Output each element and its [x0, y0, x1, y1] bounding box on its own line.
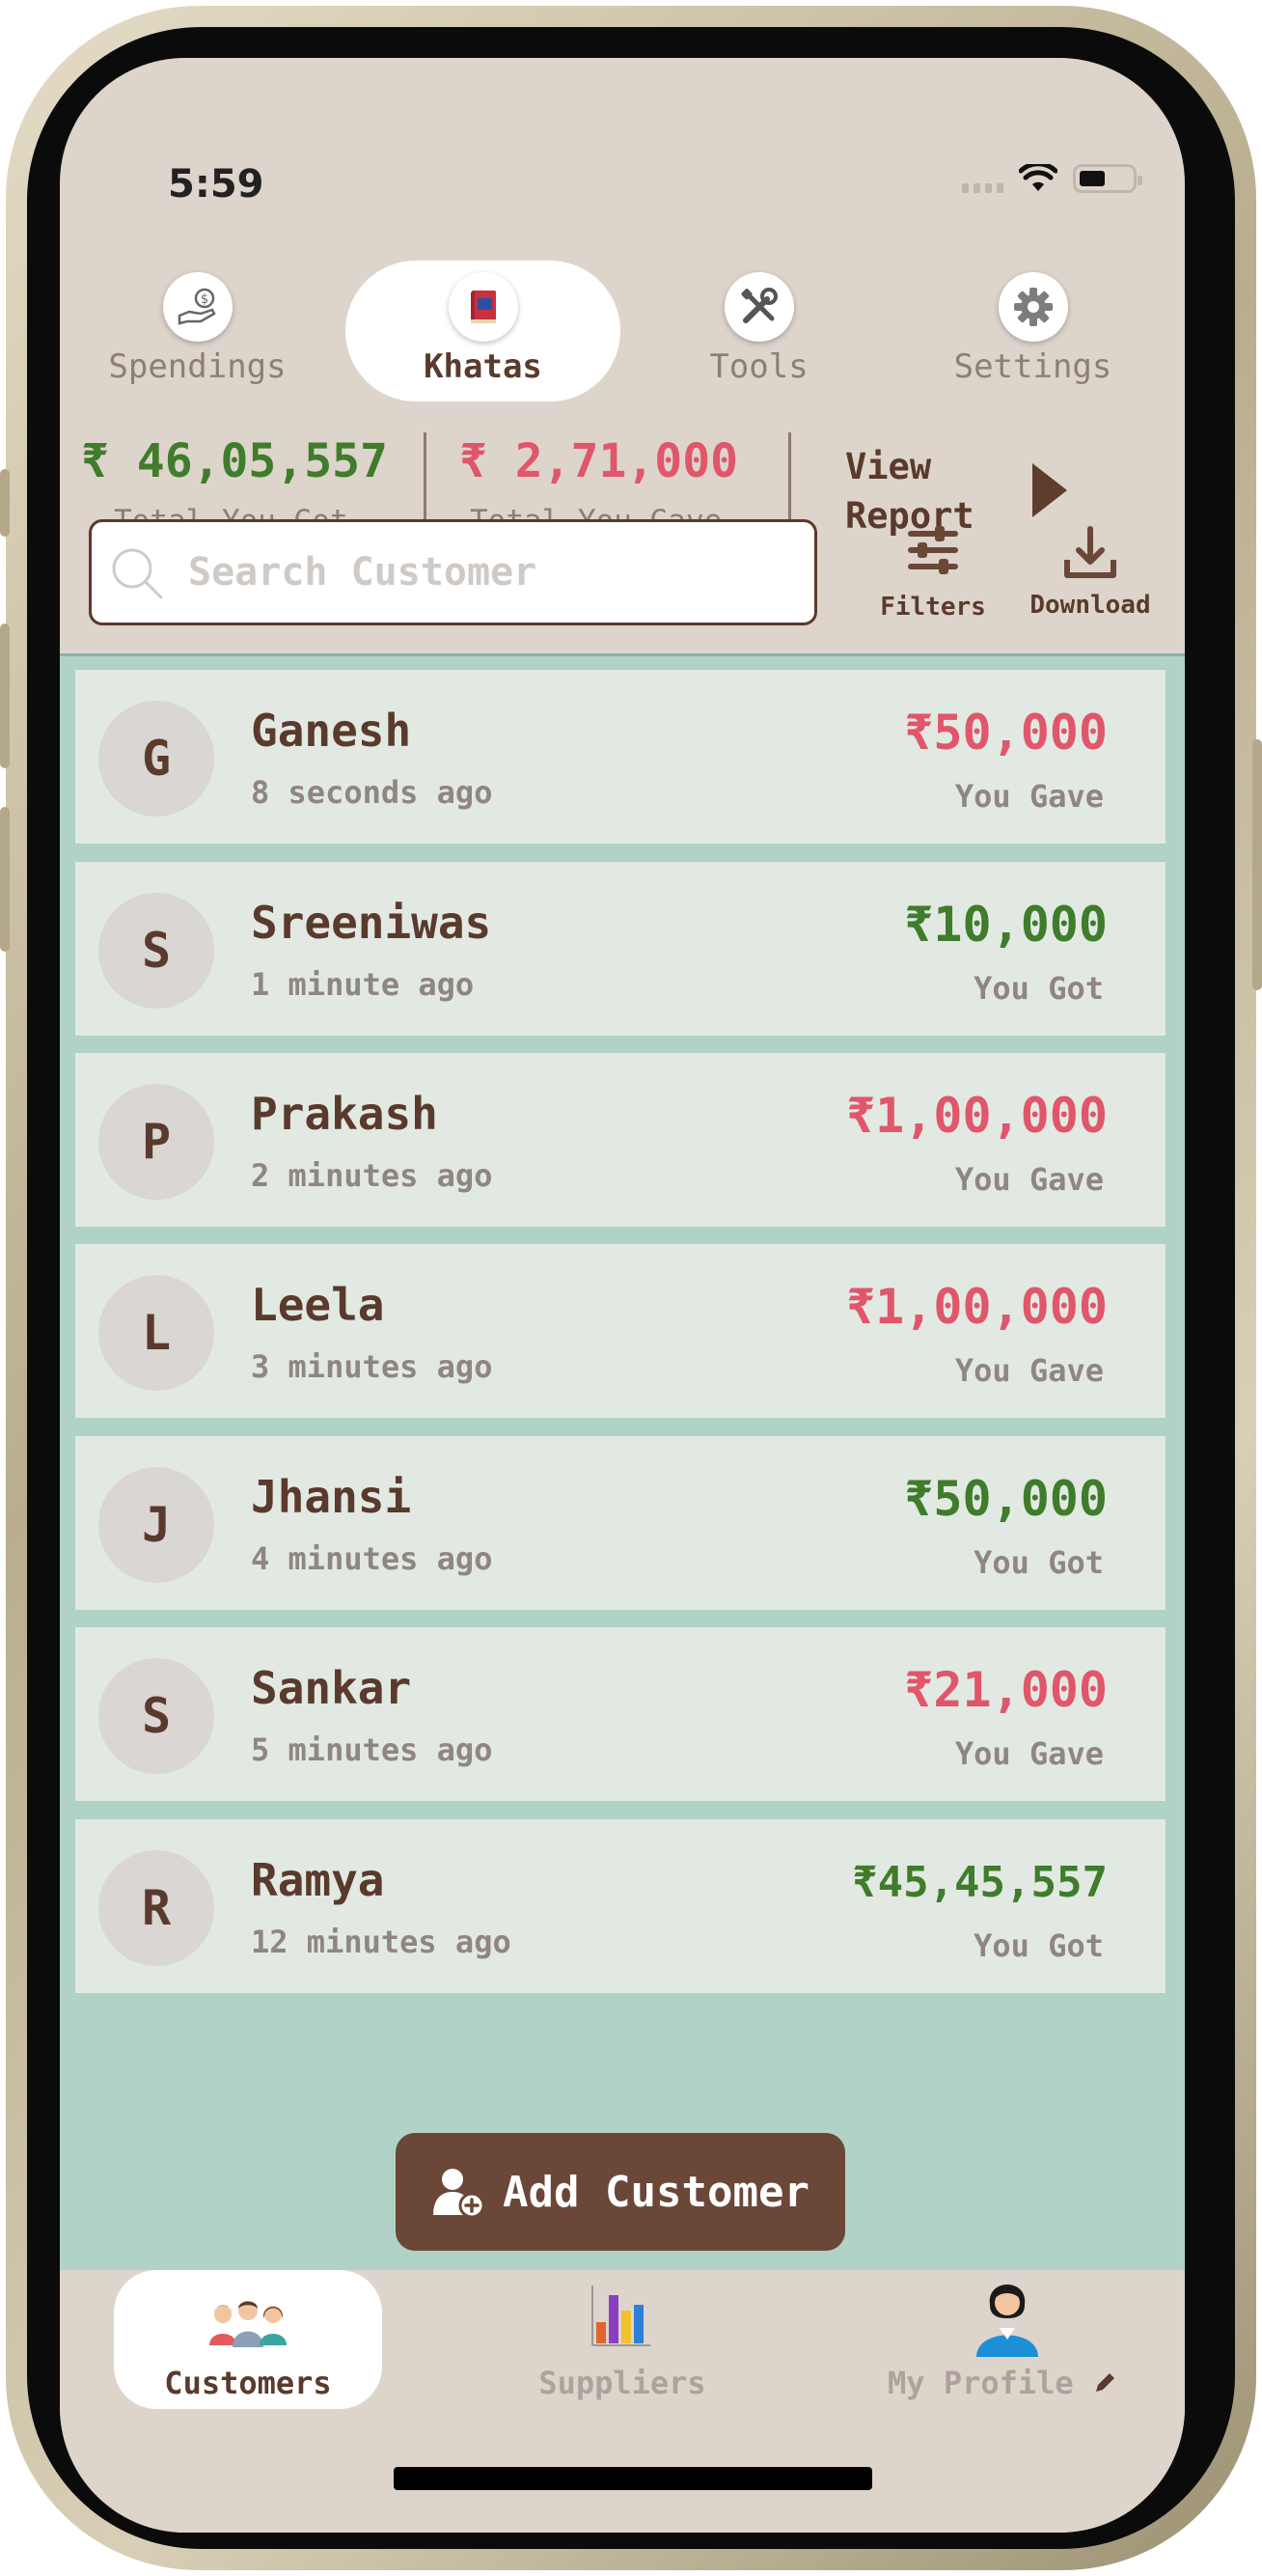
customer-name: Sreeniwas — [251, 897, 492, 949]
download-button[interactable]: Download — [1023, 525, 1158, 620]
tab-tools[interactable]: Tools — [621, 261, 896, 402]
nav-suppliers-label: Suppliers — [538, 2365, 706, 2401]
ledger-book-icon — [448, 272, 518, 342]
customer-amount: ₹50,000 — [904, 1471, 1108, 1527]
add-customer-button[interactable]: Add Customer — [396, 2133, 845, 2251]
customer-amount: ₹1,00,000 — [846, 1279, 1108, 1335]
avatar: G — [98, 701, 214, 817]
customer-direction: You Got — [974, 1544, 1104, 1581]
avatar: J — [98, 1467, 214, 1583]
nav-suppliers[interactable]: Suppliers — [488, 2270, 756, 2409]
profile-avatar-icon — [976, 2285, 1038, 2357]
tab-tools-label: Tools — [709, 347, 809, 386]
filters-button[interactable]: Filters — [870, 525, 996, 622]
tab-settings[interactable]: Settings — [895, 261, 1170, 402]
customer-amount: ₹21,000 — [904, 1662, 1108, 1718]
app-screen: 5:59 $ Spendings Khatas Tools Settings ₹… — [60, 58, 1185, 2533]
power-button — [1252, 739, 1262, 990]
customer-name: Ramya — [251, 1854, 385, 1906]
svg-text:$: $ — [200, 292, 207, 307]
customer-amount: ₹10,000 — [904, 897, 1108, 953]
avatar: P — [98, 1084, 214, 1200]
tab-spendings-label: Spendings — [108, 347, 287, 386]
download-label: Download — [1029, 591, 1151, 620]
nav-my-profile[interactable]: My Profile — [863, 2270, 1152, 2409]
list-item[interactable]: S Sankar 5 minutes ago ₹21,000 You Gave — [75, 1627, 1166, 1801]
add-customer-label: Add Customer — [503, 2167, 809, 2217]
list-item[interactable]: G Ganesh 8 seconds ago ₹50,000 You Gave — [75, 670, 1166, 844]
tab-spendings[interactable]: $ Spendings — [60, 261, 335, 402]
customer-direction: You Gave — [954, 1352, 1104, 1389]
add-user-icon — [433, 2169, 485, 2219]
status-time: 5:59 — [168, 162, 264, 207]
nav-my-profile-label: My Profile — [853, 2365, 1152, 2401]
customer-amount: ₹1,00,000 — [846, 1088, 1108, 1144]
filters-icon — [908, 526, 958, 574]
list-item[interactable]: J Jhansi 4 minutes ago ₹50,000 You Got — [75, 1436, 1166, 1610]
list-item[interactable]: L Leela 3 minutes ago ₹1,00,000 You Gave — [75, 1244, 1166, 1418]
play-arrow-icon[interactable] — [1032, 463, 1067, 517]
my-profile-label: My Profile — [888, 2365, 1074, 2401]
avatar: S — [98, 1658, 214, 1774]
customer-time: 2 minutes ago — [251, 1157, 493, 1194]
view-report-label: View — [845, 446, 932, 487]
tools-icon — [724, 272, 794, 342]
customers-group-icon — [209, 2301, 287, 2347]
customer-name: Sankar — [251, 1662, 412, 1714]
customer-list: G Ganesh 8 seconds ago ₹50,000 You Gave … — [60, 653, 1185, 2270]
avatar: S — [98, 893, 214, 1009]
customer-name: Prakash — [251, 1088, 438, 1140]
top-tab-bar: $ Spendings Khatas Tools Settings — [60, 203, 1185, 405]
mute-switch — [0, 469, 10, 537]
battery-icon — [1073, 164, 1142, 193]
customer-time: 5 minutes ago — [251, 1731, 493, 1768]
avatar: R — [98, 1850, 214, 1966]
customer-name: Leela — [251, 1279, 385, 1331]
money-hand-icon: $ — [162, 272, 233, 342]
customer-amount: ₹50,000 — [904, 705, 1108, 761]
customer-time: 8 seconds ago — [251, 774, 493, 811]
volume-up-button — [0, 623, 10, 768]
search-box — [89, 519, 817, 625]
total-gave-amount: ₹ 2,71,000 — [459, 434, 738, 488]
customer-time: 4 minutes ago — [251, 1540, 493, 1577]
volume-down-button — [0, 807, 10, 952]
customer-amount: ₹45,45,557 — [852, 1858, 1108, 1907]
avatar: L — [98, 1275, 214, 1391]
nav-customers[interactable]: Customers — [114, 2270, 382, 2409]
customer-time: 12 minutes ago — [251, 1924, 511, 1960]
bottom-nav: Customers Suppliers My Profile — [60, 2270, 1185, 2533]
customer-direction: You Gave — [954, 1161, 1104, 1198]
search-icon — [112, 548, 163, 599]
cellular-signal-icon — [962, 164, 1003, 193]
gear-icon — [998, 272, 1068, 342]
wifi-icon — [1019, 164, 1057, 191]
customer-direction: You Got — [974, 970, 1104, 1007]
list-item[interactable]: P Prakash 2 minutes ago ₹1,00,000 You Ga… — [75, 1053, 1166, 1227]
list-item[interactable]: S Sreeniwas 1 minute ago ₹10,000 You Got — [75, 862, 1166, 1036]
tab-khatas[interactable]: Khatas — [345, 261, 620, 402]
pencil-edit-icon[interactable] — [1092, 2370, 1117, 2396]
tab-settings-label: Settings — [953, 347, 1112, 386]
home-indicator — [394, 2467, 872, 2490]
nav-customers-label: Customers — [164, 2365, 332, 2401]
list-item[interactable]: R Ramya 12 minutes ago ₹45,45,557 You Go… — [75, 1819, 1166, 1993]
bar-chart-icon — [591, 2285, 650, 2346]
download-icon — [1064, 526, 1116, 578]
customer-direction: You Got — [974, 1927, 1104, 1964]
customer-direction: You Gave — [954, 778, 1104, 815]
total-got-amount: ₹ 46,05,557 — [81, 434, 388, 488]
filters-label: Filters — [880, 593, 986, 622]
customer-time: 3 minutes ago — [251, 1348, 493, 1385]
status-icons — [962, 164, 1142, 193]
customer-time: 1 minute ago — [251, 966, 475, 1003]
customer-name: Jhansi — [251, 1471, 412, 1523]
tab-khatas-label: Khatas — [424, 347, 542, 386]
search-input[interactable] — [188, 541, 786, 603]
customer-direction: You Gave — [954, 1735, 1104, 1772]
customer-name: Ganesh — [251, 705, 412, 757]
